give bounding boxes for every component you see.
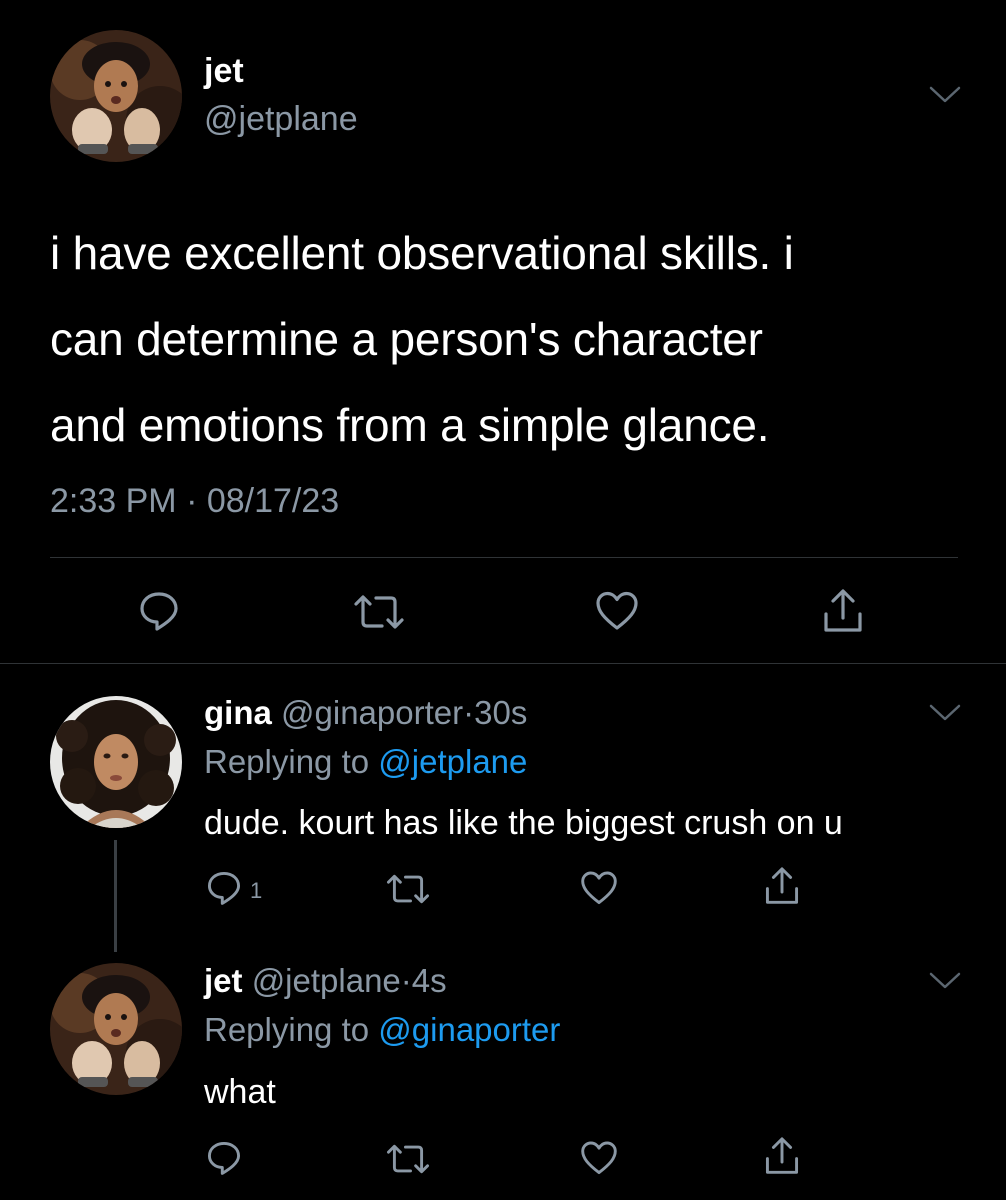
reply-header: gina @ginaporter·30s — [204, 694, 527, 732]
reply-age: 30s — [474, 694, 528, 731]
reply-separator: · — [400, 962, 412, 999]
reply-display-name[interactable]: gina — [204, 694, 272, 731]
reply-handle[interactable]: @ginaporter — [281, 694, 463, 731]
reply-header: jet @jetplane·4s — [204, 962, 447, 1000]
like-icon[interactable] — [579, 1140, 619, 1176]
share-icon[interactable] — [764, 866, 800, 906]
replying-to-mention[interactable]: @ginaporter — [378, 1011, 560, 1048]
share-icon[interactable] — [822, 588, 864, 634]
author-avatar[interactable] — [50, 30, 182, 162]
reply-icon[interactable] — [206, 1140, 242, 1176]
like-icon[interactable] — [579, 870, 619, 906]
reply-age: 4s — [411, 962, 447, 999]
share-icon[interactable] — [764, 1136, 800, 1176]
reply-text: dude. kourt has like the biggest crush o… — [204, 804, 843, 842]
reply-separator: · — [463, 694, 475, 731]
tweet-timestamp[interactable]: 2:33 PM · 08/17/23 — [50, 482, 339, 521]
tweet-text-line: can determine a person's character — [50, 313, 763, 365]
reply-icon[interactable] — [138, 590, 180, 632]
divider — [0, 663, 1006, 664]
like-icon[interactable] — [594, 590, 640, 632]
reply-handle[interactable]: @jetplane — [252, 962, 401, 999]
replying-to-label: Replying to — [204, 1011, 370, 1048]
reply-text: what — [204, 1073, 276, 1111]
reply-display-name[interactable]: jet — [204, 962, 243, 999]
author-handle[interactable]: @jetplane — [204, 100, 358, 139]
retweet-icon[interactable] — [385, 1142, 431, 1176]
chevron-down-icon[interactable] — [928, 702, 962, 724]
replying-to-mention[interactable]: @jetplane — [378, 743, 527, 780]
retweet-icon[interactable] — [385, 872, 431, 906]
replying-to: Replying to @ginaporter — [204, 1011, 560, 1049]
retweet-icon[interactable] — [352, 592, 406, 632]
reply-avatar[interactable] — [50, 696, 182, 828]
chevron-down-icon[interactable] — [928, 970, 962, 992]
tweet-text: i have excellent observational skills. i… — [50, 210, 950, 468]
tweet-text-line: and emotions from a simple glance. — [50, 399, 770, 451]
replying-to: Replying to @jetplane — [204, 743, 527, 781]
chevron-down-icon[interactable] — [928, 84, 962, 106]
reply-icon[interactable] — [206, 870, 242, 906]
reply-count: 1 — [250, 878, 263, 903]
reply-avatar[interactable] — [50, 963, 182, 1095]
author-display-name[interactable]: jet — [204, 52, 244, 91]
replying-to-label: Replying to — [204, 743, 370, 780]
divider — [50, 557, 958, 558]
thread-line — [114, 840, 117, 952]
tweet-text-line: i have excellent observational skills. i — [50, 227, 794, 279]
